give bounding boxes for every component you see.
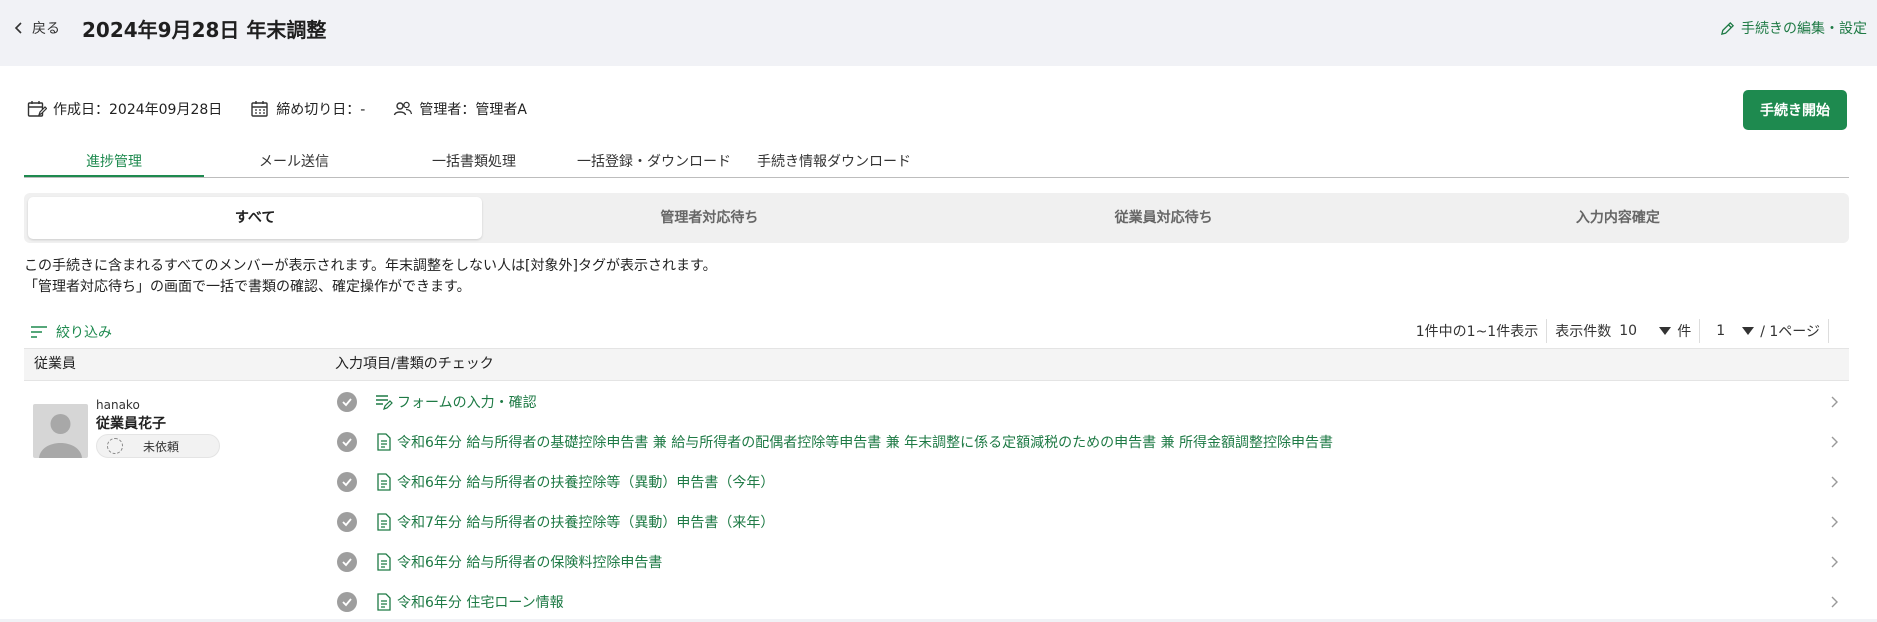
document-icon bbox=[377, 473, 391, 491]
list-item[interactable]: 令和6年分 給与所得者の基礎控除申告書 兼 給与所得者の配偶者控除等申告書 兼 … bbox=[326, 422, 1841, 462]
back-label: 戻る bbox=[32, 21, 60, 37]
tab-progress[interactable]: 進捗管理 bbox=[24, 148, 204, 177]
list-item[interactable]: 令和6年分 住宅ローン情報 bbox=[326, 582, 1841, 622]
chevron-right-icon bbox=[1831, 436, 1838, 448]
segment-admin-pending[interactable]: 管理者対応待ち bbox=[482, 197, 936, 239]
item-label[interactable]: 令和6年分 給与所得者の扶養控除等（異動）申告書（今年） bbox=[397, 472, 774, 492]
description-line-2: 「管理者対応待ち」の画面で一括で書類の確認、確定操作ができます。 bbox=[24, 279, 471, 295]
back-button[interactable]: 戻る bbox=[12, 18, 60, 38]
chevron-left-icon bbox=[14, 22, 22, 34]
result-summary: 1件中の1~1件表示 bbox=[1415, 324, 1539, 340]
chevron-right-icon bbox=[1831, 516, 1838, 528]
tab-bar: 進捗管理 メール送信 一括書類処理 一括登録・ダウンロード 手続き情報ダウンロー… bbox=[24, 148, 1849, 178]
status-badge: 未依頼 bbox=[96, 434, 220, 458]
edit-settings-label: 手続きの編集・設定 bbox=[1741, 21, 1867, 37]
chevron-right-icon bbox=[1831, 556, 1838, 568]
manager-text: 管理者：管理者A bbox=[419, 102, 527, 118]
deadline: 締め切り日：- bbox=[250, 99, 365, 119]
check-icon bbox=[337, 552, 357, 572]
pending-icon bbox=[107, 438, 123, 454]
item-list: フォームの入力・確認 令和6年分 給与所得者の基礎控除申告書 兼 給与所得者の配… bbox=[326, 382, 1841, 622]
tab-mail[interactable]: メール送信 bbox=[204, 148, 384, 177]
page-select[interactable]: 1 bbox=[1716, 323, 1760, 339]
table-header: 従業員 入力項目/書類のチェック bbox=[24, 348, 1849, 381]
avatar bbox=[33, 404, 88, 458]
employee-id: hanako bbox=[96, 398, 140, 412]
status-text: 未依頼 bbox=[143, 439, 180, 454]
description-line-1: この手続きに含まれるすべてのメンバーが表示されます。年末調整をしない人は[対象外… bbox=[24, 258, 717, 274]
column-employee: 従業員 bbox=[34, 356, 76, 372]
pagination: 1件中の1~1件表示 表示件数 10 件 1 / 1ページ bbox=[1416, 318, 1837, 344]
manager: 管理者：管理者A bbox=[393, 99, 527, 119]
segment-confirmed[interactable]: 入力内容確定 bbox=[1391, 197, 1845, 239]
page-value: 1 bbox=[1716, 323, 1726, 339]
segment-employee-pending[interactable]: 従業員対応待ち bbox=[937, 197, 1391, 239]
segment-all[interactable]: すべて bbox=[28, 197, 483, 239]
start-procedure-button[interactable]: 手続き開始 bbox=[1743, 90, 1847, 130]
per-page-label: 表示件数 bbox=[1555, 324, 1612, 340]
created-date: 作成日：2024年09月28日 bbox=[27, 99, 222, 119]
form-edit-icon bbox=[376, 395, 393, 410]
page-total: / 1ページ bbox=[1760, 324, 1820, 340]
column-items: 入力項目/書類のチェック bbox=[335, 356, 494, 372]
tab-bulk-register[interactable]: 一括登録・ダウンロード bbox=[564, 148, 744, 177]
main-card: 作成日：2024年09月28日 締め切り日：- 管理者：管理者A 手続き開始 進… bbox=[0, 66, 1877, 619]
list-item[interactable]: 令和6年分 給与所得者の保険料控除申告書 bbox=[326, 542, 1841, 582]
person-icon bbox=[39, 414, 82, 458]
check-icon bbox=[337, 392, 357, 412]
deadline-text: 締め切り日：- bbox=[276, 102, 366, 118]
divider bbox=[1546, 319, 1548, 343]
chevron-right-icon bbox=[1831, 476, 1838, 488]
tab-info-download[interactable]: 手続き情報ダウンロード bbox=[744, 148, 924, 177]
chevron-right-icon bbox=[1831, 596, 1838, 608]
item-label[interactable]: 令和6年分 給与所得者の保険料控除申告書 bbox=[397, 552, 662, 572]
chevron-right-icon bbox=[1831, 396, 1838, 408]
item-label[interactable]: 令和6年分 給与所得者の基礎控除申告書 兼 給与所得者の配偶者控除等申告書 兼 … bbox=[397, 432, 1333, 452]
users-icon bbox=[394, 101, 413, 116]
divider bbox=[1699, 319, 1701, 343]
filter-label: 絞り込み bbox=[56, 325, 112, 341]
tab-bulk-docs[interactable]: 一括書類処理 bbox=[384, 148, 564, 177]
calendar-icon bbox=[251, 101, 268, 117]
top-bar: 戻る 2024年9月28日 年末調整 手続きの編集・設定 bbox=[0, 0, 1877, 56]
divider bbox=[1828, 319, 1829, 343]
filter-button[interactable]: 絞り込み bbox=[30, 322, 112, 342]
check-icon bbox=[337, 472, 357, 492]
dropdown-triangle-icon bbox=[1659, 327, 1672, 335]
edit-settings-link[interactable]: 手続きの編集・設定 bbox=[1720, 18, 1867, 38]
procedure-meta: 作成日：2024年09月28日 締め切り日：- 管理者：管理者A bbox=[27, 99, 555, 119]
page-title: 2024年9月28日 年末調整 bbox=[82, 17, 327, 42]
check-icon bbox=[337, 432, 357, 452]
check-icon bbox=[337, 512, 357, 532]
dropdown-triangle-icon bbox=[1742, 327, 1755, 335]
status-filter-segment: すべて 管理者対応待ち 従業員対応待ち 入力内容確定 bbox=[24, 193, 1849, 243]
item-label[interactable]: 令和7年分 給与所得者の扶養控除等（異動）申告書（来年） bbox=[397, 512, 774, 532]
description: この手続きに含まれるすべてのメンバーが表示されます。年末調整をしない人は[対象外… bbox=[24, 256, 717, 298]
list-item[interactable]: 令和7年分 給与所得者の扶養控除等（異動）申告書（来年） bbox=[326, 502, 1841, 542]
pencil-icon bbox=[1720, 21, 1735, 35]
check-icon bbox=[337, 592, 357, 612]
per-page-unit: 件 bbox=[1677, 324, 1692, 340]
filter-icon bbox=[31, 326, 47, 338]
item-label[interactable]: 令和6年分 住宅ローン情報 bbox=[397, 592, 564, 612]
list-item[interactable]: 令和6年分 給与所得者の扶養控除等（異動）申告書（今年） bbox=[326, 462, 1841, 502]
list-item[interactable]: フォームの入力・確認 bbox=[326, 382, 1841, 422]
per-page-select[interactable]: 10 bbox=[1619, 323, 1677, 339]
document-icon bbox=[377, 593, 391, 611]
document-icon bbox=[377, 433, 391, 451]
document-icon bbox=[377, 513, 391, 531]
created-date-text: 作成日：2024年09月28日 bbox=[53, 102, 223, 118]
document-icon bbox=[377, 553, 391, 571]
employee-name[interactable]: 従業員花子 bbox=[96, 413, 166, 433]
item-label[interactable]: フォームの入力・確認 bbox=[397, 392, 537, 412]
calendar-edit-icon bbox=[27, 101, 47, 117]
per-page-value: 10 bbox=[1619, 323, 1638, 339]
